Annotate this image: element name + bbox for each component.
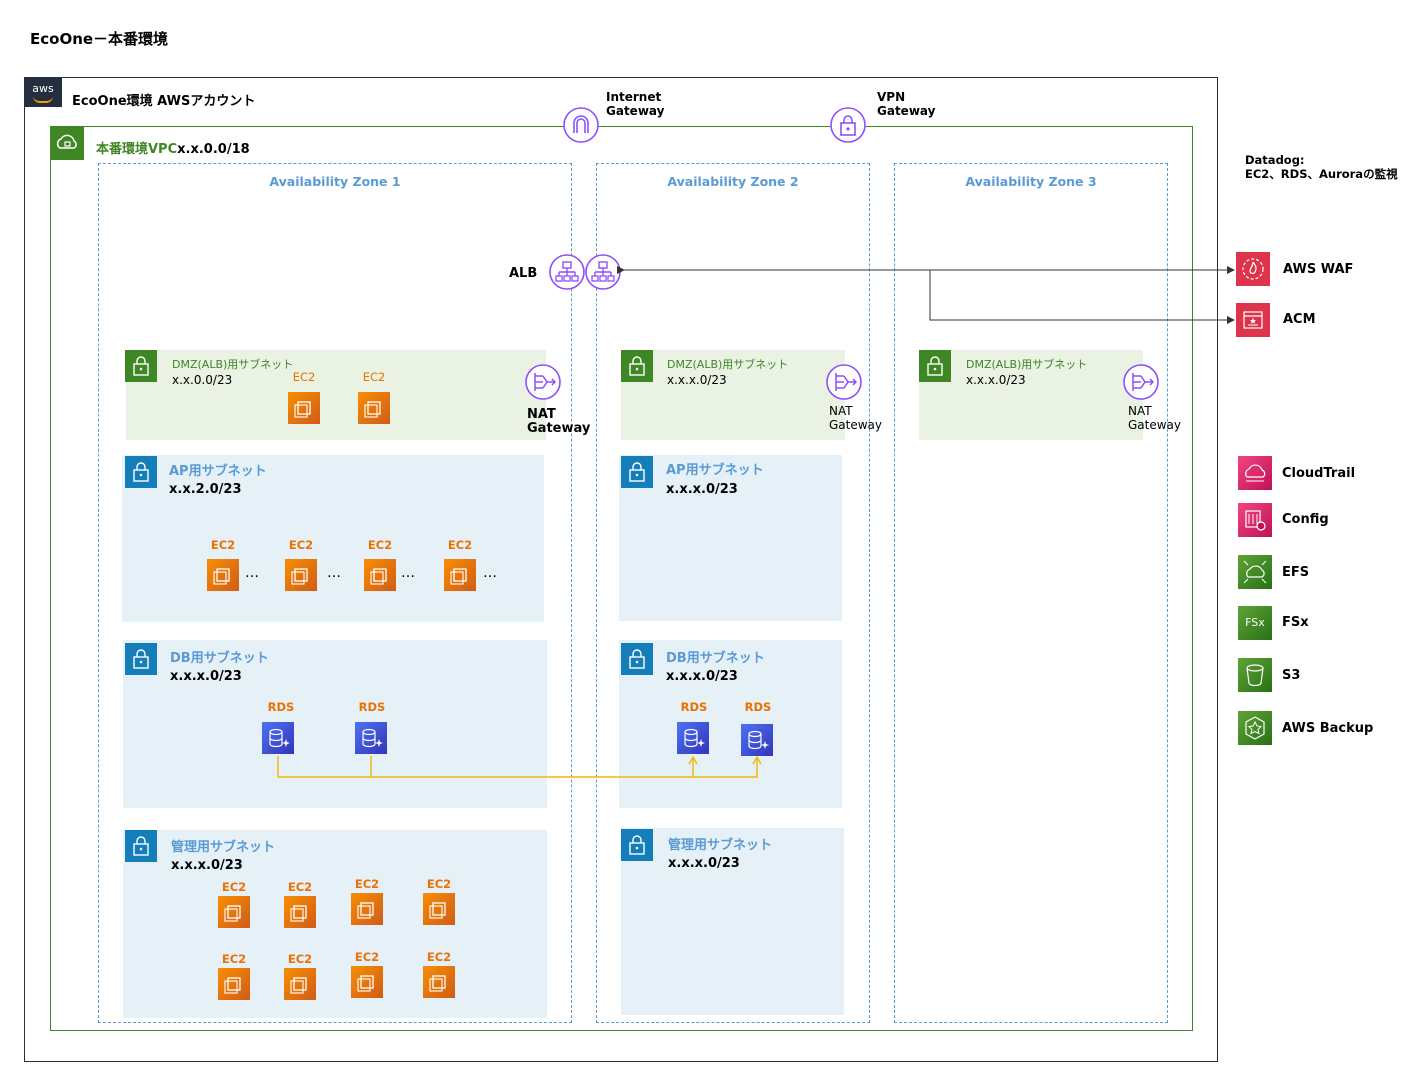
config-label: Config xyxy=(1282,512,1329,527)
fsx-label: FSx xyxy=(1282,615,1309,630)
datadog-note: Datadog: EC2、RDS、Auroraの監視 xyxy=(1245,153,1398,181)
rds-replication-line xyxy=(277,756,758,778)
alb-acm-connector xyxy=(929,270,1235,324)
efs-icon xyxy=(1238,555,1272,589)
backup-icon xyxy=(1238,711,1272,745)
cloudtrail-label: CloudTrail xyxy=(1282,466,1356,481)
connector-lines xyxy=(277,266,1235,778)
s3-icon xyxy=(1238,658,1272,692)
s3-label: S3 xyxy=(1282,668,1301,683)
acm-label: ACM xyxy=(1283,312,1316,327)
waf-icon xyxy=(1236,252,1270,286)
cloudtrail-icon xyxy=(1238,456,1272,490)
waf-label: AWS WAF xyxy=(1283,262,1354,277)
efs-label: EFS xyxy=(1282,565,1310,580)
config-icon xyxy=(1238,503,1272,537)
fsx-icon: FSx xyxy=(1238,606,1272,640)
backup-label: AWS Backup xyxy=(1282,721,1374,736)
acm-icon xyxy=(1236,303,1270,337)
